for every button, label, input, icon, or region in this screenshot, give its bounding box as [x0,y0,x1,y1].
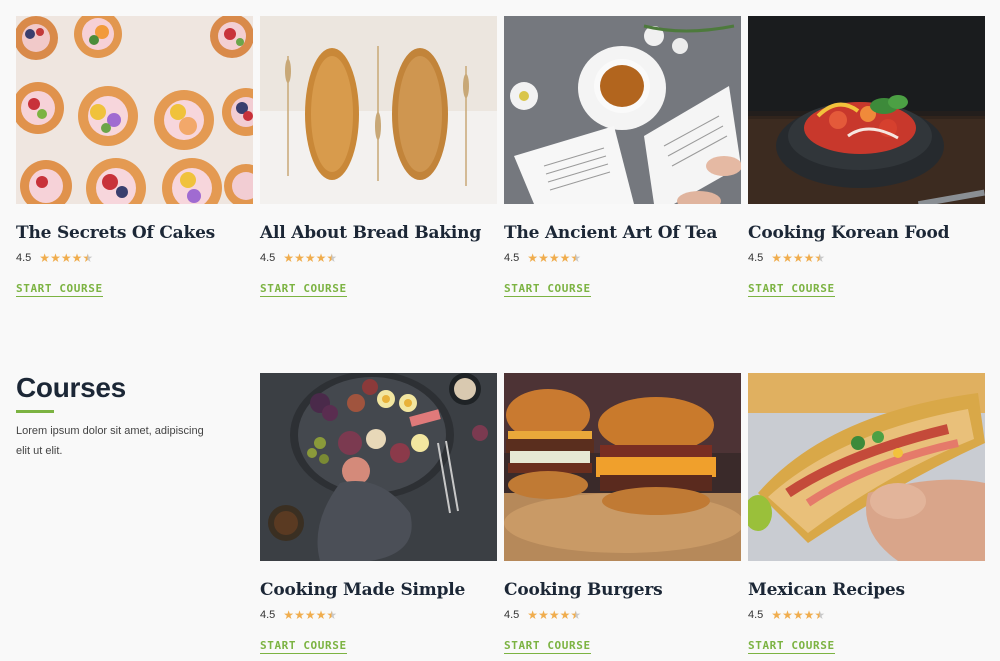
rating-value: 4.5 [16,252,32,264]
star-icon: ★ [559,251,571,265]
star-icon: ★ [538,251,549,265]
course-card: Cooking Korean Food 4.5 ★ ★ ★ ★ ★ START COUR… [748,16,985,297]
star-icon: ★ [548,608,560,622]
star-icon: ★ [304,608,316,622]
course-card: Mexican Recipes 4.5 ★ ★ ★ ★ ★ START COURSE [748,373,985,654]
bread-photo[interactable] [260,16,497,204]
rating-value: 4.5 [504,252,520,264]
course-card: Cooking Made Simple 4.5 ★ ★ ★ ★ ★ START COUR… [260,373,497,654]
start-course-button[interactable]: START COURSE [748,282,835,297]
start-course-button[interactable]: START COURSE [260,282,347,297]
star-icon: ★ [792,608,804,622]
rating-value: 4.5 [748,609,764,621]
courses-intro: Courses Lorem ipsum dolor sit amet, adip… [16,372,216,461]
star-icon: ★ [50,251,61,265]
star-icon: ★ [527,251,539,265]
star-icon: ★ [771,608,783,622]
star-icon: ★ [771,251,783,265]
rating: 4.5 ★ ★ ★ ★ ★ [748,608,985,622]
rating-value: 4.5 [260,252,276,264]
star-icon: ★ [315,251,327,265]
cakes-photo[interactable] [16,16,253,204]
rating: 4.5 ★ ★ ★ ★ ★ [504,608,741,622]
half-star-icon: ★ [326,251,338,265]
taco-photo[interactable] [748,373,985,561]
course-card: All About Bread Baking 4.5 ★ ★ ★ ★ ★ START C… [260,16,497,297]
platter-photo[interactable] [260,373,497,561]
course-title[interactable]: Cooking Korean Food [748,223,985,243]
section-heading: Courses [16,372,126,403]
star-icon: ★ [782,608,793,622]
rating-value: 4.5 [260,609,276,621]
star-icon: ★ [803,608,815,622]
star-icon: ★ [71,251,83,265]
course-title[interactable]: The Ancient Art Of Tea [504,223,741,243]
star-rating: ★ ★ ★ ★ ★ [39,252,93,264]
half-star-icon: ★ [814,608,826,622]
course-title[interactable]: Cooking Made Simple [260,580,497,600]
star-icon: ★ [548,251,560,265]
course-card: Cooking Burgers 4.5 ★ ★ ★ ★ ★ START COURSE [504,373,741,654]
half-star-icon: ★ [570,608,582,622]
course-card: The Ancient Art Of Tea 4.5 ★ ★ ★ ★ ★ START C… [504,16,741,297]
star-icon: ★ [283,251,295,265]
star-rating: ★ ★ ★ ★ ★ [283,252,337,264]
half-star-icon: ★ [326,608,338,622]
star-icon: ★ [315,608,327,622]
burgers-photo[interactable] [504,373,741,561]
rating: 4.5 ★ ★ ★ ★ ★ [260,608,497,622]
star-icon: ★ [39,251,51,265]
star-icon: ★ [60,251,72,265]
course-title[interactable]: Mexican Recipes [748,580,985,600]
star-icon: ★ [803,251,815,265]
star-icon: ★ [527,608,539,622]
star-icon: ★ [792,251,804,265]
course-title[interactable]: Cooking Burgers [504,580,741,600]
half-star-icon: ★ [570,251,582,265]
rating: 4.5 ★ ★ ★ ★ ★ [748,251,985,265]
heading-underline [16,410,54,413]
rating-value: 4.5 [748,252,764,264]
start-course-button[interactable]: START COURSE [748,639,835,654]
tea-photo[interactable] [504,16,741,204]
star-rating: ★ ★ ★ ★ ★ [283,609,337,621]
start-course-button[interactable]: START COURSE [504,639,591,654]
half-star-icon: ★ [82,251,94,265]
course-title[interactable]: All About Bread Baking [260,223,497,243]
star-icon: ★ [294,608,305,622]
start-course-button[interactable]: START COURSE [16,282,103,297]
star-rating: ★ ★ ★ ★ ★ [771,252,825,264]
rating: 4.5 ★ ★ ★ ★ ★ [16,251,253,265]
star-icon: ★ [538,608,549,622]
star-icon: ★ [283,608,295,622]
korean-food-photo[interactable] [748,16,985,204]
star-icon: ★ [559,608,571,622]
half-star-icon: ★ [814,251,826,265]
start-course-button[interactable]: START COURSE [504,282,591,297]
rating: 4.5 ★ ★ ★ ★ ★ [260,251,497,265]
course-title[interactable]: The Secrets Of Cakes [16,223,253,243]
star-icon: ★ [304,251,316,265]
course-card: The Secrets Of Cakes 4.5 ★ ★ ★ ★ ★ START COU… [16,16,253,297]
rating-value: 4.5 [504,609,520,621]
section-description: Lorem ipsum dolor sit amet, adipiscing e… [16,425,204,457]
star-rating: ★ ★ ★ ★ ★ [527,252,581,264]
star-rating: ★ ★ ★ ★ ★ [527,609,581,621]
start-course-button[interactable]: START COURSE [260,639,347,654]
star-icon: ★ [782,251,793,265]
star-icon: ★ [294,251,305,265]
star-rating: ★ ★ ★ ★ ★ [771,609,825,621]
rating: 4.5 ★ ★ ★ ★ ★ [504,251,741,265]
